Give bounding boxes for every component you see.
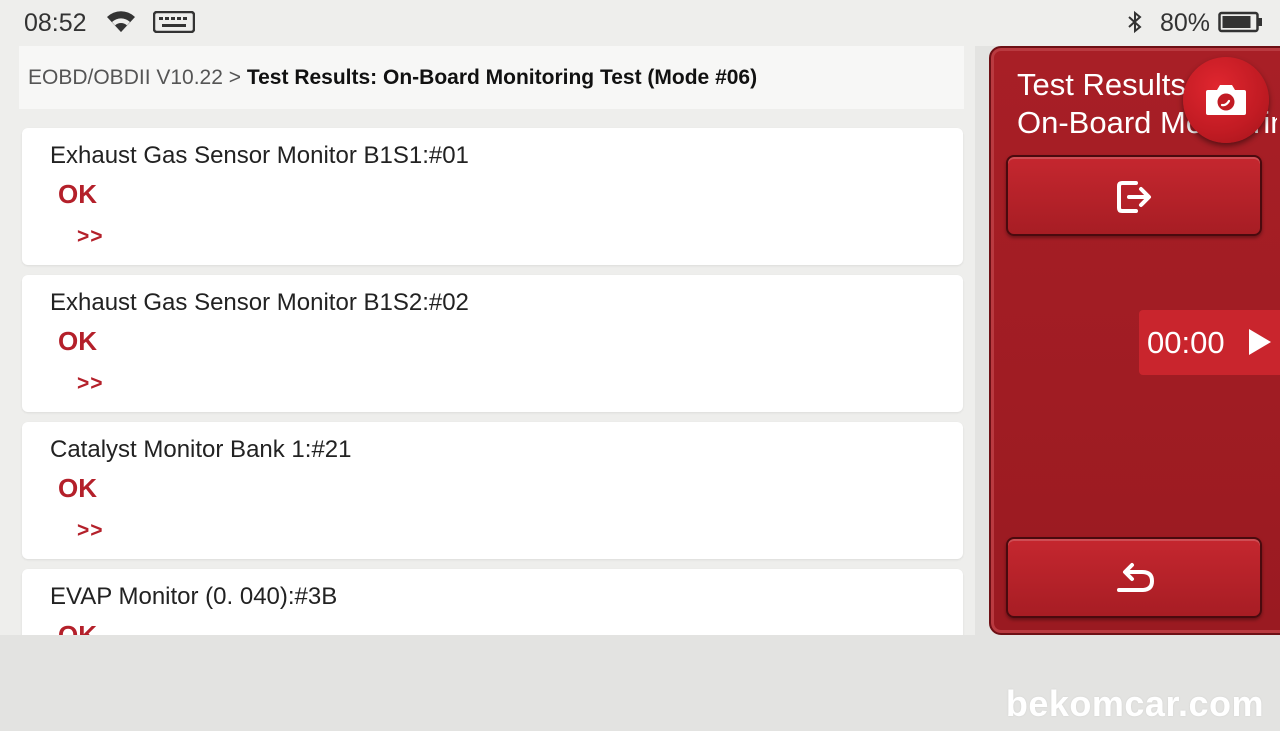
result-item[interactable]: EVAP Monitor (0. 040):#3B OK >> [22,569,963,635]
results-content: EOBD/OBDII V10.22 > Test Results: On-Boa… [0,46,975,635]
keyboard-icon [153,11,195,33]
recording-timer[interactable]: 00:00 [1139,310,1280,375]
breadcrumb: EOBD/OBDII V10.22 > Test Results: On-Boa… [19,46,964,109]
result-title: EVAP Monitor (0. 040):#3B [50,583,338,610]
result-status: OK [58,473,97,503]
result-status: OK [58,326,97,356]
back-button[interactable] [1006,537,1262,618]
status-bar: 08:52 80% [0,0,1280,46]
result-item[interactable]: Catalyst Monitor Bank 1:#21 OK >> [22,422,963,559]
battery-percent: 80% [1160,9,1211,37]
back-arrow-icon [1117,563,1155,592]
result-details-link[interactable]: >> [77,225,104,249]
screenshot-button[interactable] [1183,57,1269,143]
bottom-bar: bekomcar.com [0,635,1280,731]
breadcrumb-root[interactable]: EOBD/OBDII V10.22 > [28,66,247,89]
result-title: Catalyst Monitor Bank 1:#21 [50,436,352,463]
watermark: bekomcar.com [1005,683,1264,724]
camera-icon [1206,85,1246,115]
result-details-link[interactable]: >> [77,372,104,396]
result-status: OK [58,179,97,209]
result-item[interactable]: Exhaust Gas Sensor Monitor B1S1:#01 OK >… [22,128,963,265]
results-list: Exhaust Gas Sensor Monitor B1S1:#01 OK >… [22,128,963,635]
timer-value: 00:00 [1147,325,1225,360]
result-status: OK [58,620,97,635]
status-time: 08:52 [24,9,87,37]
result-details-link[interactable]: >> [77,519,104,543]
exit-icon [1117,181,1151,213]
play-icon [1249,329,1271,355]
result-title: Exhaust Gas Sensor Monitor B1S1:#01 [50,142,469,169]
battery-icon [1218,11,1262,33]
breadcrumb-current: Test Results: On-Board Monitoring Test (… [246,66,758,89]
exit-button[interactable] [1006,155,1262,236]
bluetooth-icon [1128,10,1142,34]
result-title: Exhaust Gas Sensor Monitor B1S2:#02 [50,289,469,316]
wifi-icon [107,11,135,33]
result-item[interactable]: Exhaust Gas Sensor Monitor B1S2:#02 OK >… [22,275,963,412]
